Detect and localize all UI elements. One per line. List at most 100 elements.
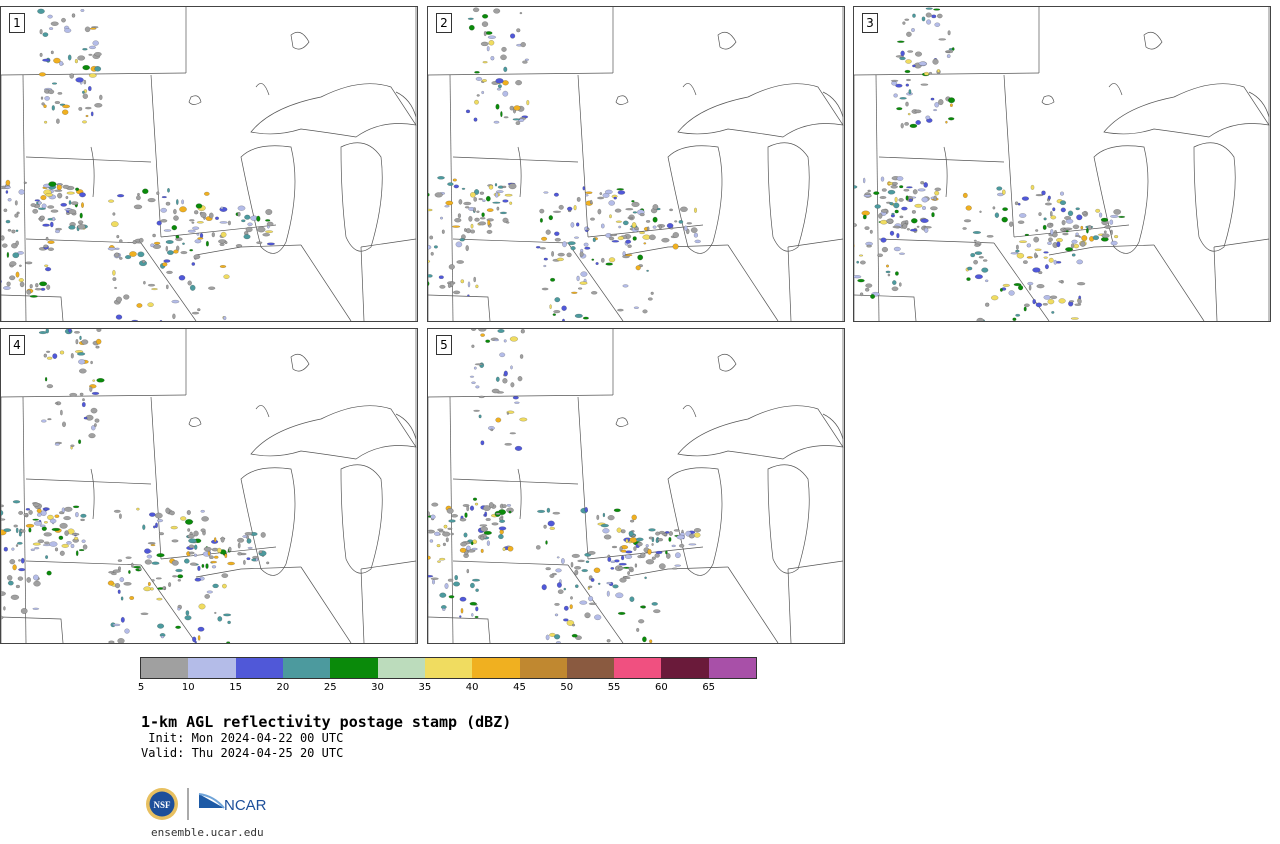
- reflectivity-echo: [1035, 302, 1042, 308]
- reflectivity-echo: [459, 547, 467, 553]
- reflectivity-echo: [120, 596, 124, 601]
- reflectivity-echo: [561, 305, 567, 311]
- reflectivity-echo: [459, 615, 462, 618]
- map-panel-3: 3: [853, 6, 1271, 322]
- reflectivity-echo: [494, 183, 498, 187]
- reflectivity-echo: [9, 559, 16, 565]
- reflectivity-echo: [70, 353, 74, 359]
- reflectivity-echo: [428, 575, 434, 578]
- reflectivity-echo: [75, 339, 79, 345]
- reflectivity-field: [854, 7, 1126, 321]
- reflectivity-echo: [633, 546, 637, 551]
- reflectivity-echo: [112, 277, 117, 281]
- reflectivity-echo: [59, 61, 64, 66]
- reflectivity-echo: [162, 262, 168, 267]
- reflectivity-echo: [854, 223, 857, 227]
- reflectivity-echo: [539, 218, 543, 223]
- reflectivity-echo: [554, 603, 560, 606]
- reflectivity-echo: [480, 440, 485, 446]
- reflectivity-echo: [1075, 232, 1079, 236]
- reflectivity-echo: [34, 288, 42, 291]
- reflectivity-echo: [480, 535, 485, 541]
- map-panel-1: 1: [0, 6, 418, 322]
- reflectivity-echo: [621, 555, 625, 561]
- reflectivity-echo: [265, 219, 271, 222]
- reflectivity-echo: [627, 244, 632, 248]
- reflectivity-echo: [78, 439, 81, 444]
- reflectivity-echo: [472, 497, 477, 501]
- reflectivity-echo: [171, 560, 179, 566]
- reflectivity-echo: [46, 356, 53, 360]
- reflectivity-echo: [156, 553, 165, 558]
- reflectivity-echo: [114, 287, 117, 289]
- reflectivity-echo: [481, 21, 489, 27]
- reflectivity-echo: [75, 77, 84, 83]
- reflectivity-echo: [26, 577, 31, 583]
- reflectivity-echo: [62, 421, 66, 428]
- reflectivity-echo: [570, 561, 574, 568]
- reflectivity-echo: [934, 22, 941, 27]
- reflectivity-echo: [595, 262, 599, 265]
- reflectivity-echo: [631, 514, 637, 521]
- reflectivity-echo: [461, 187, 466, 190]
- reflectivity-echo: [628, 566, 634, 571]
- reflectivity-echo: [650, 291, 654, 295]
- reflectivity-echo: [931, 14, 937, 19]
- reflectivity-echo: [914, 109, 922, 114]
- colorbar-tick-label: 40: [465, 682, 479, 693]
- reflectivity-echo: [602, 512, 605, 518]
- reflectivity-echo: [509, 105, 514, 111]
- reflectivity-echo: [25, 508, 30, 511]
- reflectivity-echo: [617, 612, 626, 615]
- reflectivity-echo: [488, 40, 495, 46]
- reflectivity-echo: [260, 532, 266, 538]
- reflectivity-echo: [890, 185, 898, 189]
- reflectivity-echo: [549, 304, 552, 310]
- reflectivity-echo: [81, 339, 89, 345]
- reflectivity-echo: [147, 302, 154, 307]
- reflectivity-echo: [967, 266, 973, 271]
- reflectivity-echo: [474, 616, 479, 619]
- reflectivity-echo: [1061, 220, 1066, 226]
- reflectivity-echo: [593, 567, 601, 573]
- reflectivity-echo: [635, 265, 641, 271]
- reflectivity-echo: [155, 577, 162, 580]
- reflectivity-echo: [34, 199, 40, 202]
- reflectivity-echo: [869, 229, 873, 234]
- reflectivity-echo: [16, 542, 23, 545]
- reflectivity-echo: [82, 90, 85, 94]
- reflectivity-echo: [1081, 211, 1087, 216]
- reflectivity-echo: [44, 541, 50, 544]
- reflectivity-echo: [694, 207, 697, 213]
- reflectivity-echo: [448, 264, 455, 270]
- reflectivity-echo: [114, 583, 120, 589]
- reflectivity-echo: [175, 625, 181, 629]
- reflectivity-echo: [429, 235, 434, 240]
- reflectivity-echo: [1110, 240, 1118, 246]
- reflectivity-echo: [47, 14, 53, 19]
- reflectivity-echo: [546, 507, 551, 513]
- reflectivity-echo: [32, 607, 39, 610]
- reflectivity-echo: [556, 556, 560, 559]
- reflectivity-echo: [186, 510, 191, 515]
- reflectivity-echo: [1, 615, 4, 620]
- reflectivity-echo: [107, 247, 116, 251]
- reflectivity-echo: [934, 187, 942, 191]
- reflectivity-echo: [94, 418, 100, 423]
- reflectivity-echo: [502, 504, 507, 508]
- reflectivity-echo: [1018, 285, 1024, 291]
- reflectivity-echo: [56, 118, 60, 124]
- reflectivity-echo: [62, 104, 70, 109]
- reflectivity-echo: [588, 602, 597, 605]
- reflectivity-echo: [36, 508, 42, 513]
- reflectivity-echo: [672, 232, 679, 238]
- reflectivity-echo: [900, 122, 904, 129]
- reflectivity-echo: [879, 196, 887, 199]
- reflectivity-echo: [881, 209, 888, 213]
- reflectivity-echo: [44, 521, 48, 524]
- reflectivity-echo: [428, 208, 433, 212]
- reflectivity-echo: [1100, 217, 1109, 222]
- reflectivity-echo: [479, 217, 486, 220]
- reflectivity-echo: [64, 530, 69, 536]
- reflectivity-echo: [1015, 249, 1020, 253]
